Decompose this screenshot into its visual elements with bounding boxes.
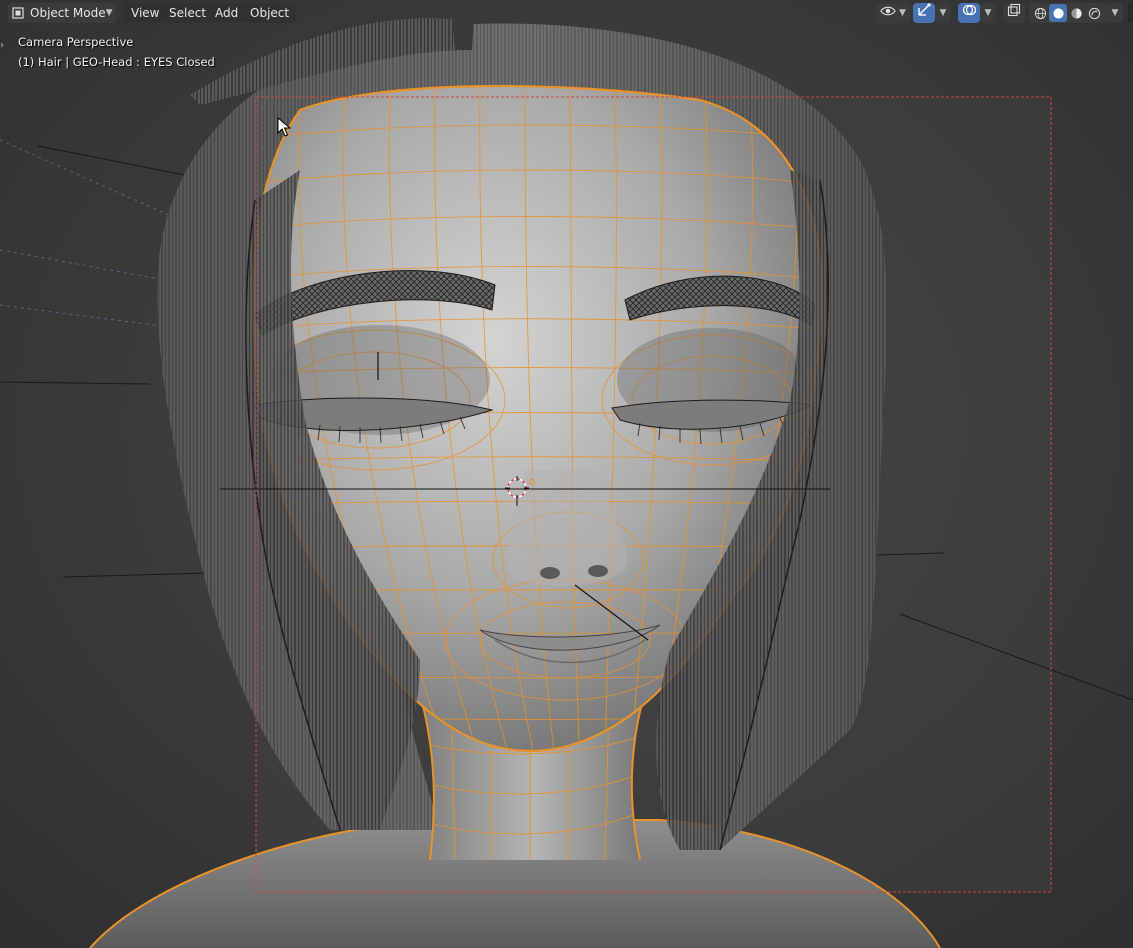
3d-viewport[interactable]: Object Mode ▼ View Select Add Object ▼ ▼ (0, 0, 1133, 948)
object-types-visibility-button[interactable]: ▼ (876, 3, 910, 23)
viewport-header: Object Mode ▼ View Select Add Object ▼ ▼ (0, 0, 1133, 26)
overlays-dropdown-button[interactable]: ▼ (980, 3, 996, 23)
view-object-types-icon (880, 3, 896, 23)
mode-label: Object Mode (30, 6, 106, 20)
header-overflow-edge (1128, 3, 1133, 23)
overlays-icon (962, 3, 977, 23)
gizmo-toggle-button[interactable] (913, 3, 935, 23)
menu-select[interactable]: Select (162, 3, 214, 23)
rendered-shading-icon[interactable] (1085, 7, 1103, 20)
view-perspective-label: Camera Perspective (18, 35, 134, 49)
chevron-down-icon: ▼ (899, 8, 906, 18)
wireframe-shading-icon[interactable] (1031, 7, 1049, 20)
active-object-label: (1) Hair | GEO-Head : EYES Closed (18, 55, 215, 69)
shading-mode-group (1029, 3, 1107, 23)
toolbar-collapse-arrow-icon[interactable]: › (0, 40, 4, 51)
mouse-pointer-icon (277, 116, 292, 141)
chevron-down-icon: ▼ (105, 8, 113, 18)
chevron-down-icon: ▼ (939, 8, 947, 18)
viewport-scene[interactable] (0, 0, 1133, 948)
gizmo-icon (917, 3, 931, 23)
object-mode-icon (12, 6, 24, 20)
xray-toggle-icon (1007, 3, 1021, 23)
menu-add[interactable]: Add (208, 3, 246, 23)
shading-dropdown-button[interactable]: ▼ (1107, 3, 1123, 23)
chevron-down-icon: ▼ (1111, 8, 1119, 18)
menu-view[interactable]: View (124, 3, 167, 23)
gizmo-dropdown-button[interactable]: ▼ (935, 3, 951, 23)
mode-selector[interactable]: Object Mode ▼ (8, 3, 116, 23)
menu-object[interactable]: Object (243, 3, 297, 23)
chevron-down-icon: ▼ (984, 8, 992, 18)
solid-shading-icon[interactable] (1049, 4, 1067, 22)
overlays-toggle-button[interactable] (958, 3, 980, 23)
material-preview-icon[interactable] (1067, 7, 1085, 20)
xray-toggle-button[interactable] (1003, 3, 1025, 23)
